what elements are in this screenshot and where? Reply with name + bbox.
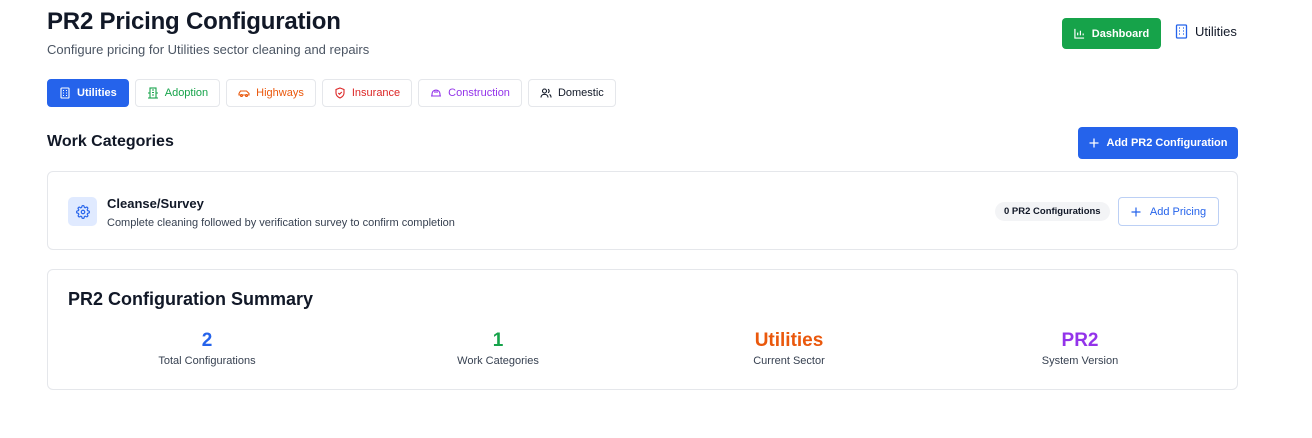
configuration-summary-card: PR2 Configuration Summary 2 Total Config…: [47, 269, 1238, 390]
tab-insurance[interactable]: Insurance: [321, 79, 413, 107]
stat-label: Work Categories: [457, 355, 539, 367]
sector-tabs: Utilities Adoption Highways Insurance Co…: [47, 79, 616, 107]
tab-label: Highways: [256, 87, 304, 99]
stat-label: Current Sector: [753, 355, 825, 367]
category-name: Cleanse/Survey: [107, 196, 204, 211]
page-header: PR2 Pricing Configuration Configure pric…: [47, 0, 1238, 70]
pr2-pricing-page: PR2 Pricing Configuration Configure pric…: [47, 0, 1238, 390]
add-pricing-button[interactable]: Add Pricing: [1118, 197, 1219, 226]
users-icon: [540, 88, 552, 98]
category-icon-box: [68, 197, 97, 226]
dashboard-button[interactable]: Dashboard: [1062, 18, 1161, 49]
dashboard-label: Dashboard: [1091, 27, 1150, 40]
stat-value: Utilities: [754, 330, 824, 351]
stat-label: Total Configurations: [158, 355, 256, 367]
tab-label: Utilities: [77, 87, 117, 99]
configuration-count-badge: 0 PR2 Configurations: [995, 202, 1110, 221]
hard-hat-icon: [431, 89, 442, 97]
gear-icon: [75, 204, 90, 219]
tab-domestic[interactable]: Domestic: [527, 79, 616, 107]
current-sector-indicator: Utilities: [1175, 24, 1237, 39]
summary-title: PR2 Configuration Summary: [68, 289, 314, 309]
add-pr2-configuration-button[interactable]: Add PR2 Configuration: [1078, 127, 1238, 159]
tab-label: Domestic: [557, 87, 604, 99]
page-subtitle: Configure pricing for Utilities sector c…: [47, 42, 370, 57]
work-category-card: Cleanse/Survey Complete cleaning followe…: [47, 171, 1238, 250]
bar-chart-icon: [1074, 28, 1084, 39]
work-categories-title: Work Categories: [47, 133, 174, 150]
stat-current-sector: Utilities Current Sector: [689, 330, 889, 367]
category-description: Complete cleaning followed by verificati…: [107, 217, 455, 229]
building-icon: [60, 87, 70, 99]
stat-value: 1: [492, 330, 504, 351]
tab-utilities[interactable]: Utilities: [47, 79, 129, 107]
tab-construction[interactable]: Construction: [418, 79, 522, 107]
tab-label: Insurance: [351, 87, 401, 99]
current-sector-label: Utilities: [1195, 24, 1237, 39]
tab-adoption[interactable]: Adoption: [134, 79, 221, 107]
shield-icon: [335, 87, 345, 99]
stat-system-version: PR2 System Version: [980, 330, 1180, 367]
stat-total-configurations: 2 Total Configurations: [107, 330, 307, 367]
stat-value: 2: [201, 330, 213, 351]
stat-work-categories: 1 Work Categories: [398, 330, 598, 367]
tab-label: Adoption: [164, 87, 209, 99]
building-columns-icon: [147, 87, 158, 99]
building-icon: [1175, 24, 1188, 39]
stat-label: System Version: [1041, 355, 1119, 367]
add-pricing-label: Add Pricing: [1149, 205, 1207, 218]
tab-highways[interactable]: Highways: [226, 79, 316, 107]
add-pr2-configuration-label: Add PR2 Configuration: [1106, 137, 1228, 149]
plus-icon: [1089, 138, 1098, 148]
plus-icon: [1131, 207, 1141, 216]
stat-value: PR2: [1061, 330, 1099, 351]
tab-label: Construction: [448, 87, 510, 99]
page-title: PR2 Pricing Configuration: [47, 8, 341, 35]
car-icon: [238, 90, 250, 98]
